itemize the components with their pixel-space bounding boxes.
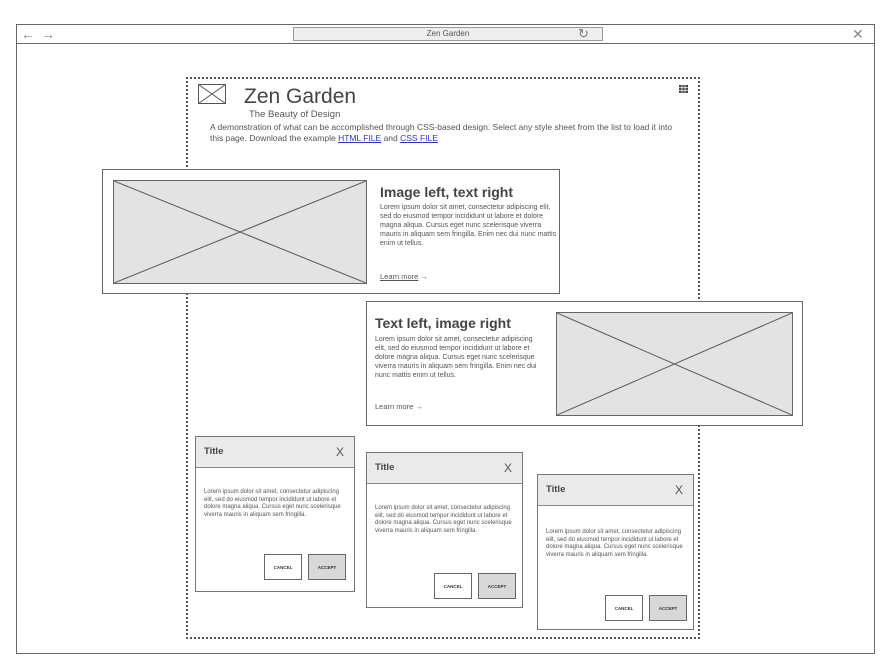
dialog-header: Title X (196, 437, 354, 468)
arrow-right-icon: → (420, 272, 428, 281)
dialog-3: Title X Lorem ipsum dolor sit amet, cons… (537, 474, 694, 630)
image-placeholder-icon (114, 181, 366, 283)
accept-button[interactable]: ACCEPT (478, 573, 516, 599)
dialog-close-icon[interactable]: X (336, 445, 344, 459)
description-conjunction: and (381, 133, 401, 143)
image-placeholder (556, 312, 793, 416)
card-title: Image left, text right (380, 184, 514, 200)
dialog-2: Title X Lorem ipsum dolor sit amet, cons… (366, 452, 523, 608)
dialog-close-icon[interactable]: X (504, 461, 512, 475)
description-text: A demonstration of what can be accomplis… (210, 122, 673, 143)
card-body: Lorem ipsum dolor sit amet, consectetur … (380, 204, 557, 247)
cancel-button[interactable]: CANCEL (434, 573, 472, 599)
card-image-right: Text left, image right Lorem ipsum dolor… (366, 301, 803, 426)
learn-more-link[interactable]: Learn more → (375, 402, 423, 411)
dialog-close-icon[interactable]: X (675, 483, 683, 497)
accept-button[interactable]: ACCEPT (649, 595, 687, 621)
arrow-right-icon: → (415, 402, 423, 411)
page-description: A demonstration of what can be accomplis… (210, 122, 680, 144)
image-placeholder (113, 180, 367, 284)
page-subtitle: The Beauty of Design (249, 109, 341, 120)
dialog-body: Lorem ipsum dolor sit amet, consectetur … (204, 489, 341, 518)
learn-more-label[interactable]: Learn more (375, 402, 413, 411)
html-file-link[interactable]: HTML FILE (338, 133, 381, 143)
learn-more-label[interactable]: Learn more (380, 272, 418, 281)
dialog-1: Title X Lorem ipsum dolor sit amet, cons… (195, 436, 355, 592)
dialog-title: Title (546, 484, 566, 495)
image-placeholder-icon (557, 313, 792, 415)
card-body: Lorem ipsum dolor sit amet, consectetur … (375, 336, 537, 379)
forward-arrow-icon[interactable]: → (41, 26, 55, 42)
menu-grid-icon[interactable] (679, 85, 688, 93)
address-bar[interactable]: Zen Garden (293, 27, 603, 41)
dialog-body: Lorem ipsum dolor sit amet, consectetur … (546, 529, 683, 558)
reload-icon[interactable]: ↻ (578, 26, 589, 42)
page-title: Zen Garden (244, 85, 357, 108)
card-title: Text left, image right (375, 315, 511, 331)
cancel-button[interactable]: CANCEL (605, 595, 643, 621)
card-image-left: Image left, text right Lorem ipsum dolor… (102, 169, 560, 294)
logo-placeholder-icon (198, 84, 226, 104)
accept-button[interactable]: ACCEPT (308, 554, 346, 580)
close-window-icon[interactable]: ✕ (852, 26, 864, 43)
learn-more-link[interactable]: Learn more → (380, 272, 428, 281)
dialog-body: Lorem ipsum dolor sit amet, consectetur … (375, 505, 512, 534)
css-file-link[interactable]: CSS FILE (400, 133, 438, 143)
dialog-header: Title X (538, 475, 693, 506)
back-arrow-icon[interactable]: ← (21, 26, 35, 42)
dialog-title: Title (375, 462, 395, 473)
cancel-button[interactable]: CANCEL (264, 554, 302, 580)
dialog-header: Title X (367, 453, 522, 484)
dialog-title: Title (204, 446, 224, 457)
